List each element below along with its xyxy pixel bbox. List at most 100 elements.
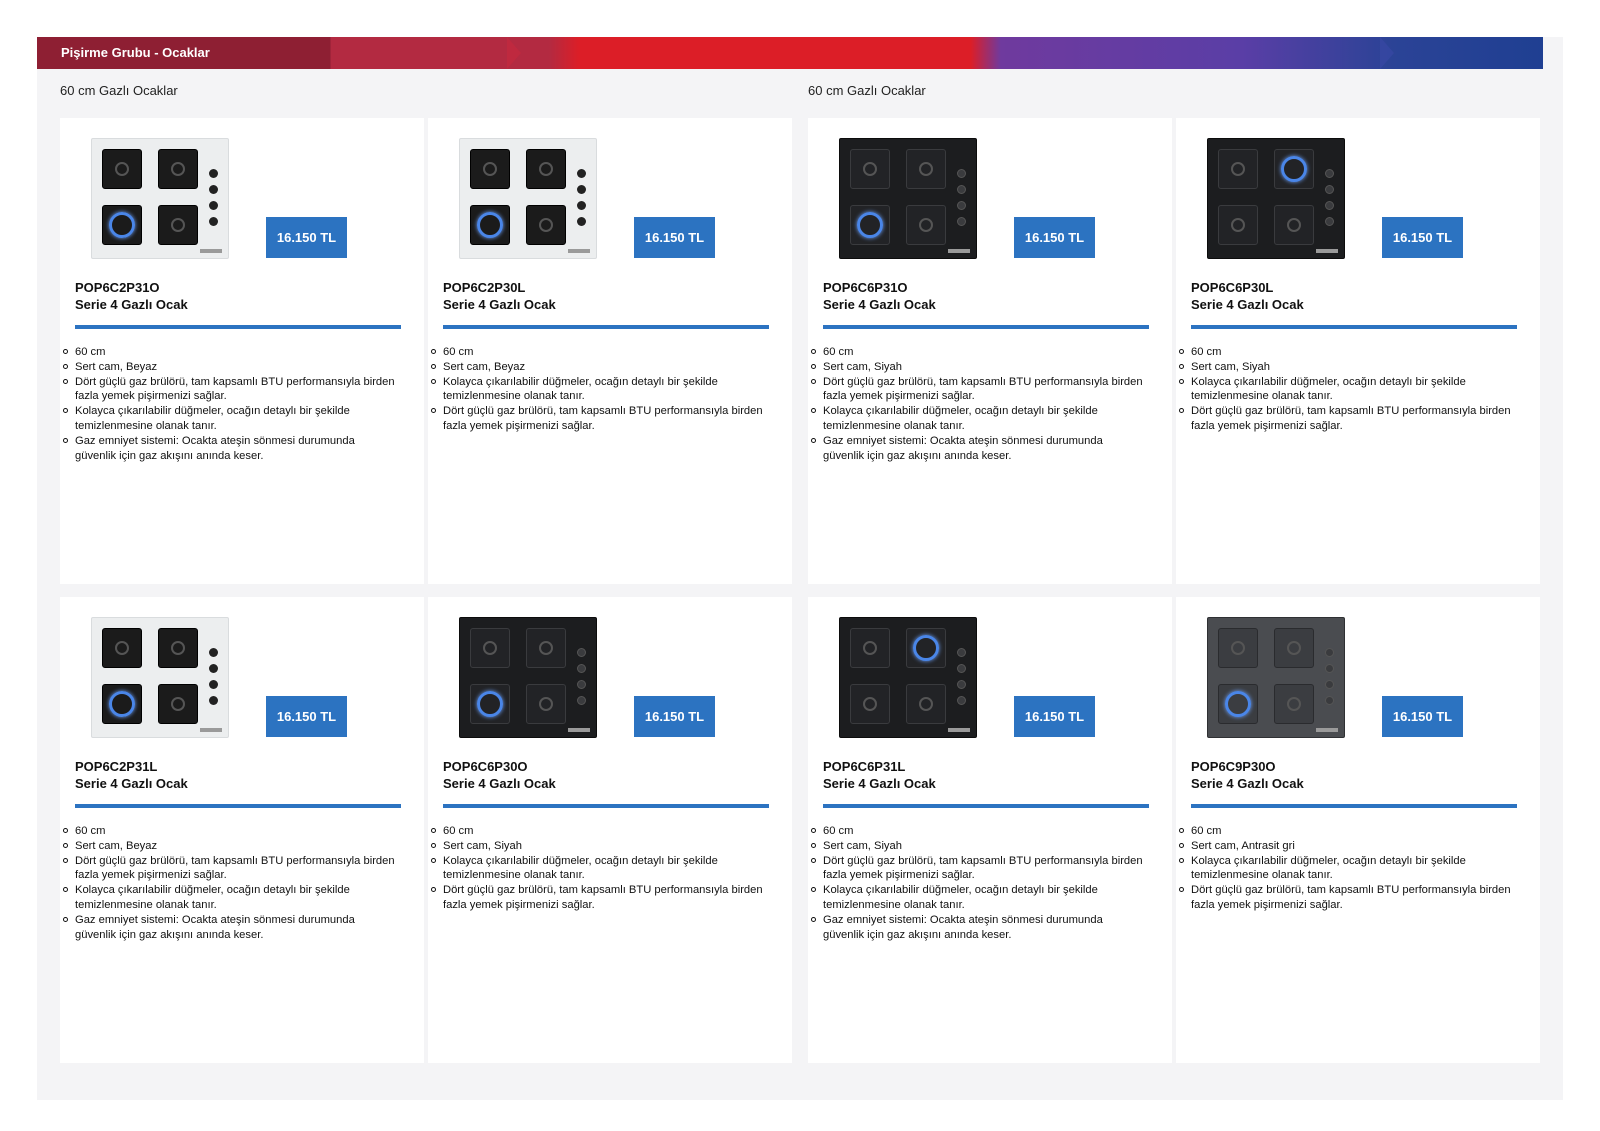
category-header-bar: Pişirme Grubu - Ocaklar: [37, 37, 1543, 69]
burner-icon: [1274, 628, 1314, 668]
feature-list: 60 cm Sert cam, Siyah Dört güçlü gaz brülö…: [811, 824, 1143, 943]
knob-icon: [957, 680, 966, 689]
price-badge: 16.150 TL: [634, 696, 715, 737]
product-image: [91, 138, 229, 259]
burner-icon: [1274, 149, 1314, 189]
feature-item: 60 cm: [431, 345, 763, 360]
knob-icon: [209, 185, 218, 194]
feature-list: 60 cm Sert cam, Beyaz Dört güçlü gaz brülö…: [63, 345, 395, 463]
feature-list: 60 cm Sert cam, Siyah Dört güçlü gaz brülö…: [811, 345, 1143, 463]
feature-item: 60 cm: [1179, 824, 1511, 839]
product-card[interactable]: 16.150 TL POP6C2P31O Serie 4 Gazlı Ocak …: [60, 118, 424, 584]
product-card[interactable]: 16.150 TL POP6C2P31L Serie 4 Gazlı Ocak …: [60, 597, 424, 1063]
divider: [443, 325, 769, 329]
knob-icon: [577, 185, 586, 194]
knob-icon: [577, 648, 586, 657]
burner-icon: [906, 149, 946, 189]
burner-icon: [906, 628, 946, 668]
knob-icon: [957, 217, 966, 226]
burner-icon: [102, 684, 142, 724]
header-chevron-decoration: [1380, 37, 1394, 69]
product-model: POP6C6P31O: [823, 280, 908, 295]
feature-list: 60 cm Sert cam, Beyaz Kolayca çıkarılabili…: [431, 345, 763, 434]
burner-icon: [158, 149, 198, 189]
burner-icon: [158, 205, 198, 245]
knob-icon: [209, 201, 218, 210]
knob-icon: [1325, 680, 1334, 689]
knob-icon: [577, 680, 586, 689]
price-badge: 16.150 TL: [1014, 696, 1095, 737]
product-image: [1207, 617, 1345, 738]
product-series: Serie 4 Gazlı Ocak: [1191, 776, 1304, 791]
header-chevron-decoration: [507, 37, 521, 69]
knob-icon: [209, 696, 218, 705]
feature-item: Sert cam, Siyah: [811, 360, 1143, 375]
product-card[interactable]: 16.150 TL POP6C6P31O Serie 4 Gazlı Ocak …: [808, 118, 1172, 584]
feature-list: 60 cm Sert cam, Siyah Kolayca çıkarılabili…: [431, 824, 763, 913]
feature-item: Kolayca çıkarılabilir düğmeler, ocağın d…: [1179, 854, 1511, 884]
feature-item: Sert cam, Siyah: [431, 839, 763, 854]
feature-item: Gaz emniyet sistemi: Ocakta ateşin sönme…: [811, 913, 1143, 943]
product-series: Serie 4 Gazlı Ocak: [75, 297, 188, 312]
product-series: Serie 4 Gazlı Ocak: [1191, 297, 1304, 312]
burner-icon: [1218, 149, 1258, 189]
feature-list: 60 cm Sert cam, Beyaz Dört güçlü gaz brülö…: [63, 824, 395, 943]
burner-icon: [906, 684, 946, 724]
product-series: Serie 4 Gazlı Ocak: [443, 297, 556, 312]
knob-icon: [957, 185, 966, 194]
feature-item: Dört güçlü gaz brülörü, tam kapsamlı BTU…: [431, 884, 763, 911]
burner-icon: [1274, 205, 1314, 245]
feature-item: Kolayca çıkarılabilir düğmeler, ocağın d…: [431, 375, 763, 405]
brand-logo-mark: [200, 249, 222, 253]
price-badge: 16.150 TL: [1382, 696, 1463, 737]
burner-icon: [102, 205, 142, 245]
feature-item: Kolayca çıkarılabilir düğmeler, ocağın d…: [1179, 375, 1511, 405]
feature-item: Dört güçlü gaz brülörü, tam kapsamlı BTU…: [63, 854, 395, 882]
burner-icon: [1218, 205, 1258, 245]
knob-icon: [209, 169, 218, 178]
feature-item: Gaz emniyet sistemi: Ocakta ateşin sönme…: [63, 913, 395, 943]
knob-icon: [1325, 201, 1334, 210]
burner-icon: [526, 684, 566, 724]
burner-icon: [470, 684, 510, 724]
brand-logo-mark: [568, 249, 590, 253]
knob-icon: [577, 664, 586, 673]
product-image: [459, 138, 597, 259]
feature-item: Dört güçlü gaz brülörü, tam kapsamlı BTU…: [63, 375, 395, 403]
product-card[interactable]: 16.150 TL POP6C9P30O Serie 4 Gazlı Ocak …: [1176, 597, 1540, 1063]
feature-item: Kolayca çıkarılabilir düğmeler, ocağın d…: [811, 404, 1143, 434]
burner-icon: [906, 205, 946, 245]
feature-item: Sert cam, Siyah: [1179, 360, 1511, 375]
feature-item: Kolayca çıkarılabilir düğmeler, ocağın d…: [63, 883, 395, 913]
divider: [75, 325, 401, 329]
product-series: Serie 4 Gazlı Ocak: [75, 776, 188, 791]
burner-icon: [850, 684, 890, 724]
product-card[interactable]: 16.150 TL POP6C6P31L Serie 4 Gazlı Ocak …: [808, 597, 1172, 1063]
product-model: POP6C9P30O: [1191, 759, 1276, 774]
knob-icon: [1325, 217, 1334, 226]
product-card[interactable]: 16.150 TL POP6C6P30O Serie 4 Gazlı Ocak …: [428, 597, 792, 1063]
knob-icon: [1325, 664, 1334, 673]
knob-icon: [957, 664, 966, 673]
divider: [823, 325, 1149, 329]
knob-icon: [209, 648, 218, 657]
knob-icon: [957, 696, 966, 705]
product-model: POP6C6P30O: [443, 759, 528, 774]
burner-icon: [158, 628, 198, 668]
product-model: POP6C2P30L: [443, 280, 526, 295]
brand-logo-mark: [948, 249, 970, 253]
divider: [1191, 804, 1517, 808]
price-badge: 16.150 TL: [266, 696, 347, 737]
burner-icon: [158, 684, 198, 724]
burner-icon: [850, 628, 890, 668]
burner-icon: [470, 628, 510, 668]
burner-icon: [526, 149, 566, 189]
product-card[interactable]: 16.150 TL POP6C6P30L Serie 4 Gazlı Ocak …: [1176, 118, 1540, 584]
burner-icon: [1218, 684, 1258, 724]
feature-item: 60 cm: [431, 824, 763, 839]
product-card[interactable]: 16.150 TL POP6C2P30L Serie 4 Gazlı Ocak …: [428, 118, 792, 584]
feature-list: 60 cm Sert cam, Antrasit gri Kolayca çıkar…: [1179, 824, 1511, 913]
brand-logo-mark: [568, 728, 590, 732]
feature-item: Kolayca çıkarılabilir düğmeler, ocağın d…: [63, 404, 395, 434]
knob-icon: [1325, 696, 1334, 705]
